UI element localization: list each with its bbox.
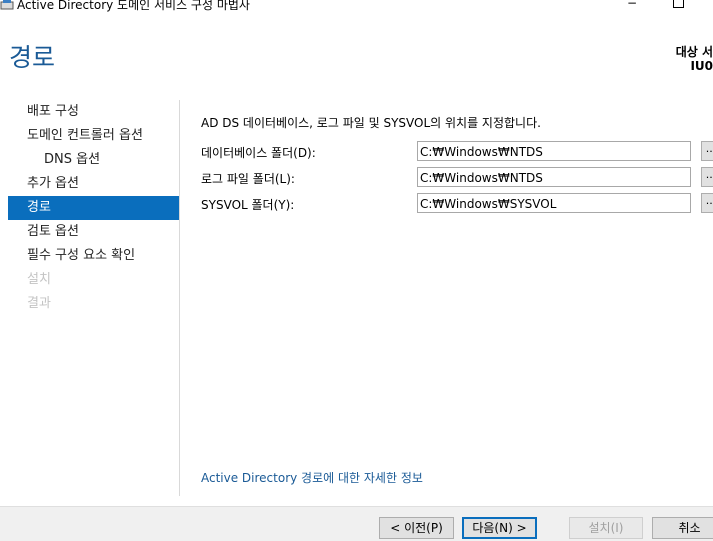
install-button: 설치(I) [569,517,643,539]
footer-bar: < 이전(P) 다음(N) > 설치(I) 취소 [0,506,713,541]
title-bar: Active Directory 도메인 서비스 구성 마법사 − [0,0,713,16]
nav-item-review-options[interactable]: 검토 옵션 [8,220,179,244]
database-folder-input[interactable]: C:₩Windows₩NTDS [417,141,691,161]
maximize-icon [672,0,684,8]
more-info-link[interactable]: Active Directory 경로에 대한 자세한 정보 [201,469,423,486]
nav-item-prerequisites-check[interactable]: 필수 구성 요소 확인 [8,244,179,268]
target-server-label: 대상 서 [675,45,713,59]
sysvol-folder-browse-button[interactable]: ... [701,193,713,213]
sysvol-folder-input[interactable]: C:₩Windows₩SYSVOL [417,193,691,213]
nav-item-results: 결과 [27,296,51,311]
minimize-button[interactable]: − [622,0,642,12]
target-server-value: IU0 [690,59,713,73]
wizard-nav: 배포 구성 도메인 컨트롤러 옵션 DNS 옵션 추가 옵션 경로 검토 옵션 … [8,100,179,316]
log-folder-browse-button[interactable]: ... [701,167,713,187]
nav-item-additional-options[interactable]: 추가 옵션 [8,172,179,196]
database-folder-row: 데이터베이스 폴더(D): C:₩Windows₩NTDS ... [201,141,713,163]
wizard-app-icon [0,0,14,10]
nav-item-dns-options[interactable]: DNS 옵션 [8,148,179,172]
sysvol-folder-row: SYSVOL 폴더(Y): C:₩Windows₩SYSVOL ... [201,193,713,215]
nav-divider [179,100,180,496]
nav-item-installation: 설치 [27,272,51,287]
log-folder-input[interactable]: C:₩Windows₩NTDS [417,167,691,187]
nav-item-paths[interactable]: 경로 [8,196,179,220]
page-title: 경로 [9,43,56,72]
maximize-button[interactable] [668,0,688,12]
previous-button[interactable]: < 이전(P) [379,517,454,539]
next-button[interactable]: 다음(N) > [462,517,537,539]
sysvol-folder-label: SYSVOL 폴더(Y): [201,198,295,212]
window-title: Active Directory 도메인 서비스 구성 마법사 [17,0,250,12]
database-folder-browse-button[interactable]: ... [701,141,713,161]
nav-item-deployment-config[interactable]: 배포 구성 [8,100,179,124]
log-folder-row: 로그 파일 폴더(L): C:₩Windows₩NTDS ... [201,167,713,189]
nav-item-dc-options[interactable]: 도메인 컨트롤러 옵션 [8,124,179,148]
database-folder-label: 데이터베이스 폴더(D): [201,146,316,160]
intro-text: AD DS 데이터베이스, 로그 파일 및 SYSVOL의 위치를 지정합니다. [201,116,541,130]
log-folder-label: 로그 파일 폴더(L): [201,172,295,186]
cancel-button[interactable]: 취소 [652,517,713,539]
